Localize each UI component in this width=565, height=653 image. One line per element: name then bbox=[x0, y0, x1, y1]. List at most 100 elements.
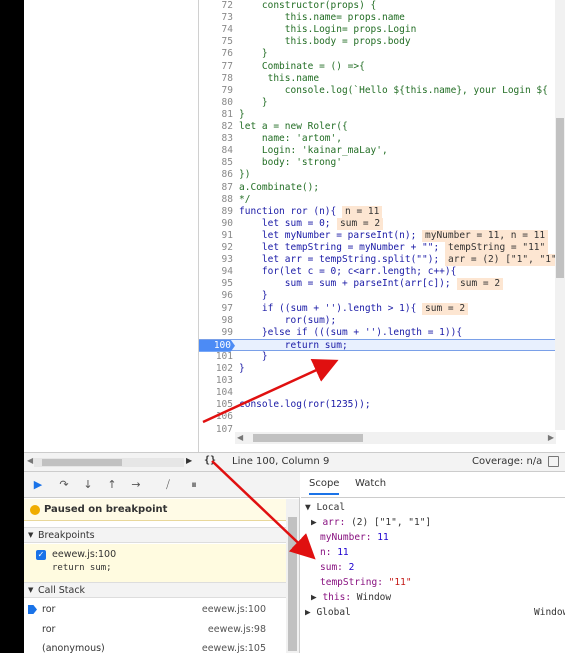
code-line[interactable]: 94 for(let c = 0; c<arr.length; c++){ bbox=[199, 266, 559, 278]
step-into-icon[interactable]: ↓ bbox=[80, 477, 96, 493]
code-line[interactable]: 78 this.name bbox=[199, 73, 559, 85]
line-number[interactable]: 81 bbox=[199, 109, 233, 121]
line-number[interactable]: 98 bbox=[199, 315, 233, 327]
line-number[interactable]: 99 bbox=[199, 327, 233, 339]
breakpoints-section-header[interactable]: ▼ Breakpoints bbox=[24, 527, 286, 543]
line-number[interactable]: 85 bbox=[199, 157, 233, 169]
navigator-scrollbar[interactable] bbox=[34, 458, 184, 467]
line-number[interactable]: 107 bbox=[199, 424, 233, 436]
code-line[interactable]: 80 } bbox=[199, 97, 559, 109]
line-number[interactable]: 103 bbox=[199, 375, 233, 387]
code-line[interactable]: 93 let arr = tempString.split(""); arr = … bbox=[199, 254, 565, 267]
line-number[interactable]: 78 bbox=[199, 73, 233, 85]
line-number[interactable]: 72 bbox=[199, 0, 233, 12]
scope-var-arr[interactable]: ▶ arr: (2) ["1", "1"] bbox=[311, 517, 431, 528]
line-number[interactable]: 84 bbox=[199, 145, 233, 157]
code-line[interactable]: 75 this.body = props.body bbox=[199, 36, 559, 48]
code-line[interactable]: 92 let tempString = myNumber + ""; tempSt… bbox=[199, 242, 559, 254]
code-line[interactable]: 101 } bbox=[199, 351, 559, 363]
code-line[interactable]: 106 bbox=[199, 411, 559, 423]
line-number[interactable]: 90 bbox=[199, 218, 233, 230]
code-line[interactable]: 97 if ((sum + '').length > 1){sum = 2 bbox=[199, 302, 559, 315]
code-line[interactable]: 87 a.Combinate(); bbox=[199, 182, 559, 194]
code-line[interactable]: 86}) bbox=[199, 169, 559, 181]
resume-icon[interactable]: ▶ bbox=[30, 477, 46, 493]
breakpoint-checkbox[interactable]: ✓ bbox=[36, 550, 46, 560]
code-editor[interactable]: 72 constructor(props) {73 this.name= pro… bbox=[198, 0, 565, 452]
tab-scope[interactable]: Scope bbox=[309, 478, 340, 495]
line-number[interactable]: 74 bbox=[199, 24, 233, 36]
step-over-icon[interactable]: ↷ bbox=[56, 477, 72, 493]
code-line[interactable]: 96 } bbox=[199, 290, 559, 302]
line-number[interactable]: 79 bbox=[199, 85, 233, 97]
line-number[interactable]: 102 bbox=[199, 363, 233, 375]
editor-horizontal-scrollbar[interactable]: ◀ ▶ bbox=[235, 432, 556, 444]
line-number[interactable]: 77 bbox=[199, 61, 233, 73]
scope-local-header[interactable]: ▼ Local bbox=[305, 502, 345, 513]
debugger-scrollbar[interactable] bbox=[286, 499, 299, 653]
code-line[interactable]: 89 function ror (n){n = 11 bbox=[199, 205, 559, 218]
code-line[interactable]: 77 Combinate = () =>{ bbox=[199, 61, 559, 73]
current-execution-line[interactable]: 100 return sum; bbox=[199, 338, 559, 352]
line-number[interactable]: 97 bbox=[199, 303, 233, 315]
frame-location[interactable]: eewew.js:105 bbox=[202, 640, 266, 653]
code-line[interactable]: 95 sum = sum + parseInt(arr[c]); sum = 2 bbox=[199, 278, 559, 291]
line-number[interactable]: 83 bbox=[199, 133, 233, 145]
line-number[interactable]: 82 bbox=[199, 121, 233, 133]
line-number[interactable]: 101 bbox=[199, 351, 233, 363]
scope-var-sum[interactable]: sum: 2 bbox=[320, 562, 354, 573]
line-number[interactable]: 105 bbox=[199, 399, 233, 411]
line-number[interactable]: 104 bbox=[199, 387, 233, 399]
deactivate-breakpoints-icon[interactable]: ⧸ bbox=[160, 477, 176, 493]
line-number[interactable]: 88 bbox=[199, 194, 233, 206]
step-icon[interactable]: → bbox=[128, 477, 144, 493]
line-number[interactable]: 94 bbox=[199, 266, 233, 278]
code-line[interactable]: 76 } bbox=[199, 48, 559, 60]
line-number[interactable]: 96 bbox=[199, 290, 233, 302]
code-line[interactable]: 83 name: 'artom', bbox=[199, 133, 559, 145]
pretty-print-icon[interactable]: {} bbox=[204, 455, 216, 466]
code-line[interactable]: 85 body: 'strong' bbox=[199, 157, 559, 169]
scroll-right-icon[interactable]: ▶ bbox=[186, 456, 192, 465]
scope-var-this[interactable]: ▶ this: Window bbox=[311, 592, 391, 603]
line-number[interactable]: 106 bbox=[199, 411, 233, 423]
callstack-section-header[interactable]: ▼ Call Stack bbox=[24, 582, 286, 598]
code-line[interactable]: 98 ror(sum); bbox=[199, 315, 559, 327]
scroll-left-icon[interactable]: ◀ bbox=[237, 432, 243, 444]
editor-vertical-scrollbar[interactable] bbox=[555, 0, 565, 430]
line-number[interactable]: 95 bbox=[199, 278, 233, 290]
call-frame[interactable]: ror eewew.js:100 bbox=[24, 601, 286, 619]
scroll-right-icon[interactable]: ▶ bbox=[548, 432, 554, 444]
frame-location[interactable]: eewew.js:98 bbox=[208, 621, 266, 639]
code-line[interactable]: 73 this.name= props.name bbox=[199, 12, 559, 24]
code-line[interactable]: 103 bbox=[199, 375, 559, 387]
editor-vertical-scroll-thumb[interactable] bbox=[556, 118, 564, 278]
code-line[interactable]: 99 }else if (((sum + '').length = 1)){ bbox=[199, 327, 559, 339]
editor-horizontal-scroll-thumb[interactable] bbox=[253, 434, 363, 442]
line-number[interactable]: 91 bbox=[199, 230, 233, 242]
code-line[interactable]: 81} bbox=[199, 109, 559, 121]
frame-location[interactable]: eewew.js:100 bbox=[202, 601, 266, 619]
breakpoint-item[interactable]: ✓ eewew.js:100 return sum; bbox=[24, 544, 286, 584]
step-out-icon[interactable]: ↑ bbox=[104, 477, 120, 493]
tab-watch[interactable]: Watch bbox=[355, 478, 386, 489]
line-number[interactable]: 76 bbox=[199, 48, 233, 60]
line-number[interactable]: 73 bbox=[199, 12, 233, 24]
scroll-left-icon[interactable]: ◀ bbox=[27, 456, 33, 465]
pause-on-exceptions-icon[interactable]: ⏸ bbox=[186, 477, 202, 493]
scope-var-tempstring[interactable]: tempString: "11" bbox=[320, 577, 412, 588]
line-number[interactable]: 93 bbox=[199, 254, 233, 266]
scope-var-n[interactable]: n: 11 bbox=[320, 547, 349, 558]
call-frame[interactable]: ror eewew.js:98 bbox=[24, 621, 286, 639]
line-number[interactable]: 80 bbox=[199, 97, 233, 109]
code-line[interactable]: 102} bbox=[199, 363, 559, 375]
code-line[interactable]: 79 console.log(`Hello ${this.name}, your… bbox=[199, 85, 559, 97]
code-line[interactable]: 82 let a = new Roler({ bbox=[199, 121, 559, 133]
line-number[interactable]: 92 bbox=[199, 242, 233, 254]
code-line[interactable]: 84 Login: 'kainar_maLay', bbox=[199, 145, 559, 157]
scope-global-header[interactable]: ▶ Global bbox=[305, 607, 351, 618]
line-number[interactable]: 75 bbox=[199, 36, 233, 48]
code-line[interactable]: 88 */ bbox=[199, 194, 559, 206]
line-number[interactable]: 86 bbox=[199, 169, 233, 181]
code-line[interactable]: 72 constructor(props) { bbox=[199, 0, 559, 12]
